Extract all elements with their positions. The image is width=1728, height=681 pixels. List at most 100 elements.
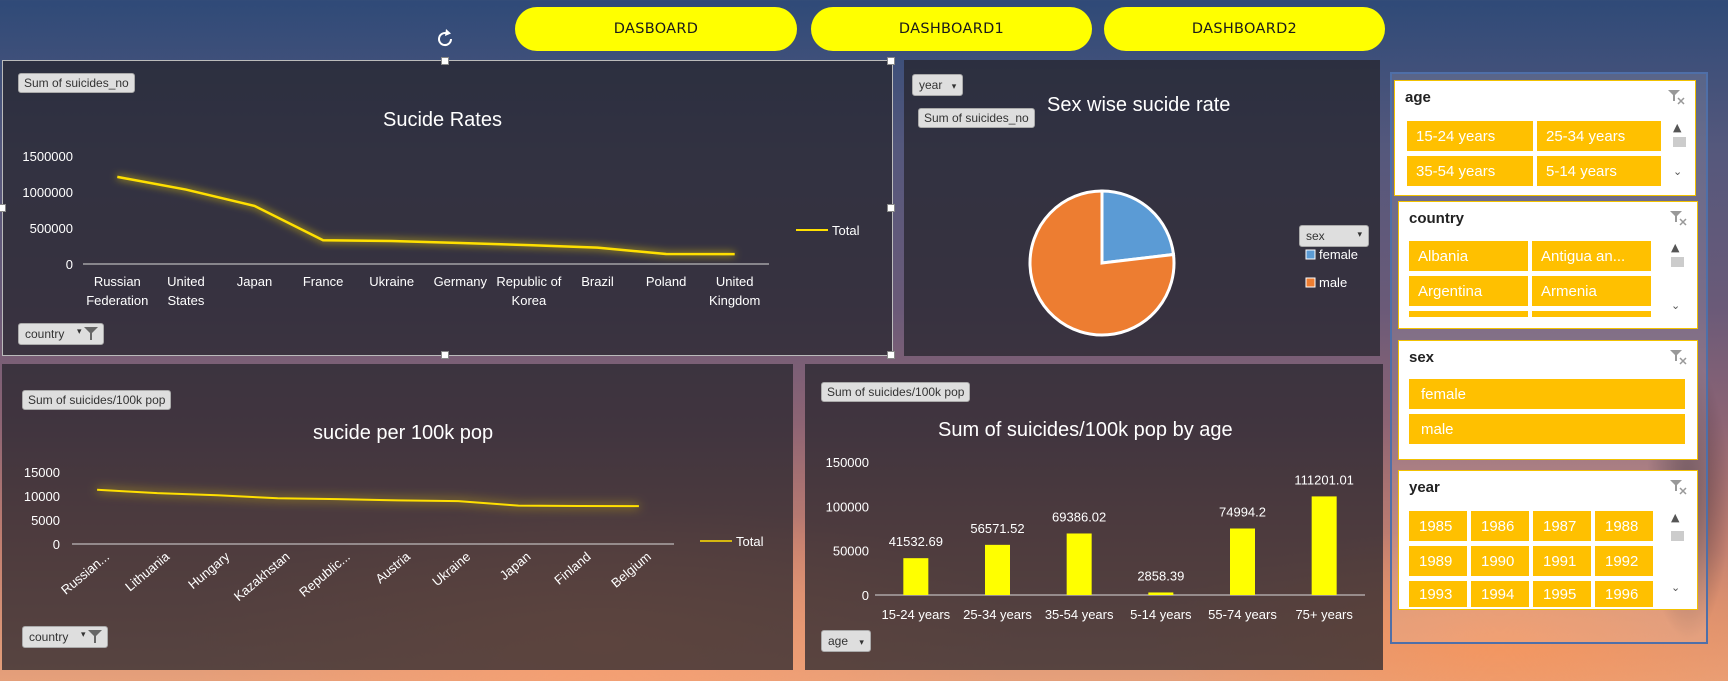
- slicer-item[interactable]: Antigua an...: [1532, 241, 1651, 271]
- y-tick-label: 10000: [24, 489, 60, 504]
- selection-handle[interactable]: [887, 351, 895, 359]
- chart-suicide-rates-panel[interactable]: Sum of suicides_no Sucide Rates 1500000 1…: [2, 60, 893, 356]
- x-tick-label: Poland: [646, 274, 686, 289]
- x-tick-label: United: [167, 274, 205, 289]
- data-label: 69386.02: [1052, 509, 1106, 524]
- x-tick-label: Japan: [497, 549, 534, 583]
- slicer-country[interactable]: country Albania Antigua an... Argentina …: [1398, 201, 1698, 329]
- slicer-item[interactable]: 1988: [1595, 511, 1653, 541]
- clear-filter-icon[interactable]: [1669, 349, 1687, 365]
- x-tick-label: States: [167, 293, 204, 308]
- legend-label: Total: [736, 534, 764, 549]
- slicer-item[interactable]: 1990: [1471, 546, 1529, 576]
- country-filter-button[interactable]: country ▾: [18, 323, 104, 345]
- x-tick-label: Hungary: [185, 548, 233, 591]
- clear-filter-icon[interactable]: [1669, 479, 1687, 495]
- bar: [1311, 496, 1337, 595]
- country-filter-label: country: [29, 630, 69, 644]
- filter-icon: [88, 630, 102, 643]
- scroll-down-icon[interactable]: ⌄: [1671, 581, 1680, 594]
- scrollbar[interactable]: ▲ ⌄: [1667, 511, 1687, 601]
- slicer-item[interactable]: Argentina: [1409, 276, 1528, 306]
- rotate-icon[interactable]: [434, 28, 456, 50]
- slicer-item[interactable]: 1992: [1595, 546, 1653, 576]
- y-tick-label: 100000: [826, 499, 869, 514]
- nav-dashboard2-button[interactable]: DASHBOARD2: [1104, 7, 1385, 51]
- scroll-down-icon[interactable]: ⌄: [1671, 299, 1680, 312]
- slicer-item[interactable]: 35-54 years: [1407, 156, 1533, 186]
- slicer-item[interactable]: Armenia: [1532, 276, 1651, 306]
- dropdown-arrow-icon: ▾: [859, 637, 864, 647]
- scroll-thumb[interactable]: [1671, 531, 1684, 541]
- slicer-item[interactable]: 1991: [1533, 546, 1591, 576]
- slicer-item[interactable]: 5-14 years: [1537, 156, 1661, 186]
- selection-handle[interactable]: [441, 57, 449, 65]
- series-total-line: [117, 175, 735, 256]
- x-tick-label: Russian...: [58, 549, 112, 598]
- slicer-item[interactable]: 1996: [1595, 581, 1653, 607]
- selection-handle[interactable]: [441, 351, 449, 359]
- scroll-up-icon[interactable]: ▲: [1673, 121, 1681, 134]
- x-tick-label: Ukraine: [429, 549, 473, 589]
- chart-by-age-panel[interactable]: Sum of suicides/100k pop Sum of suicides…: [805, 364, 1383, 670]
- sex-filter-button[interactable]: sex ▾: [1299, 225, 1369, 247]
- slicer-item-partial[interactable]: [1532, 311, 1651, 317]
- slicer-sex[interactable]: sex female male: [1398, 340, 1698, 460]
- slicer-item-partial[interactable]: [1409, 311, 1528, 317]
- x-tick-label: Republic of: [496, 274, 561, 289]
- scrollbar[interactable]: ▲ ⌄: [1667, 241, 1687, 321]
- nav-dashboard1-button[interactable]: DASHBOARD1: [811, 7, 1092, 51]
- x-tick-label: Kazakhstan: [231, 549, 293, 604]
- country-filter-label: country: [25, 327, 65, 341]
- scroll-thumb[interactable]: [1671, 257, 1684, 267]
- legend-label: male: [1319, 275, 1347, 290]
- selection-handle[interactable]: [0, 204, 6, 212]
- slicer-item[interactable]: 15-24 years: [1407, 121, 1533, 151]
- nav-dasboard-button[interactable]: DASBOARD: [515, 7, 797, 51]
- scroll-thumb[interactable]: [1673, 137, 1686, 147]
- filter-icon: [84, 327, 98, 340]
- x-tick-label: Ukraine: [369, 274, 414, 289]
- selection-handle[interactable]: [887, 204, 895, 212]
- slicer-item[interactable]: 1985: [1409, 511, 1467, 541]
- x-tick-label: Federation: [86, 293, 148, 308]
- clear-filter-icon[interactable]: [1667, 89, 1685, 105]
- x-tick-label: 35-54 years: [1045, 607, 1114, 622]
- chart-per-100k-panel[interactable]: Sum of suicides/100k pop sucide per 100k…: [2, 364, 793, 670]
- slicer-item[interactable]: 1987: [1533, 511, 1591, 541]
- scroll-up-icon[interactable]: ▲: [1671, 241, 1679, 254]
- slicer-item[interactable]: 1986: [1471, 511, 1529, 541]
- bar: [1066, 533, 1092, 595]
- clear-filter-icon[interactable]: [1669, 210, 1687, 226]
- slicer-item[interactable]: 1993: [1409, 581, 1467, 607]
- data-label: 41532.69: [889, 534, 943, 549]
- slicer-age[interactable]: age 15-24 years 25-34 years 35-54 years …: [1394, 80, 1696, 196]
- selection-handle[interactable]: [887, 57, 895, 65]
- slicer-item[interactable]: Albania: [1409, 241, 1528, 271]
- x-tick-label: Korea: [512, 293, 547, 308]
- slicer-item[interactable]: 1994: [1471, 581, 1529, 607]
- y-tick-label: 0: [862, 588, 869, 603]
- country-filter-button[interactable]: country ▾: [22, 626, 108, 648]
- x-tick-label: United: [716, 274, 754, 289]
- y-tick-label: 1500000: [22, 149, 73, 164]
- data-label: 74994.2: [1219, 505, 1266, 520]
- x-tick-label: Austria: [372, 548, 413, 586]
- scroll-down-icon[interactable]: ⌄: [1673, 165, 1682, 178]
- scroll-up-icon[interactable]: ▲: [1671, 511, 1679, 524]
- age-filter-button[interactable]: age ▾: [821, 630, 871, 652]
- legend-swatch: [1305, 277, 1316, 288]
- legend-label: Total: [832, 223, 860, 238]
- slicer-item[interactable]: male: [1409, 414, 1685, 444]
- x-tick-label: Russian: [94, 274, 141, 289]
- slicer-item[interactable]: 1995: [1533, 581, 1591, 607]
- slicer-item[interactable]: female: [1409, 379, 1685, 409]
- x-tick-label: Japan: [237, 274, 272, 289]
- slicer-item[interactable]: 1989: [1409, 546, 1467, 576]
- scrollbar[interactable]: ▲ ⌄: [1669, 121, 1689, 187]
- data-label: 56571.52: [970, 521, 1024, 536]
- bar: [985, 544, 1010, 595]
- slicer-item[interactable]: 25-34 years: [1537, 121, 1661, 151]
- slicer-year[interactable]: year ▲ ⌄ 1985 1986 1987 1988 1989 1990 1991 199…: [1398, 470, 1698, 610]
- chart-sex-wise-panel[interactable]: year ▾ Sum of suicides_no Sex wise sucid…: [904, 60, 1380, 356]
